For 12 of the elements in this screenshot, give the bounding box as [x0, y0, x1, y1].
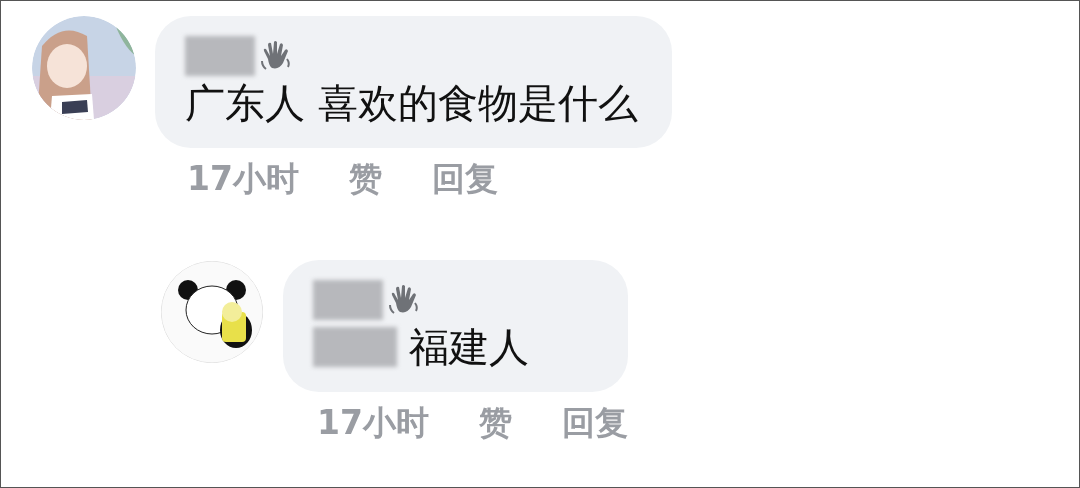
comment-text: 广东人 喜欢的食物是什么 [185, 79, 638, 128]
reply-link[interactable]: 回复 [561, 397, 628, 447]
comment-text: 福建人 [409, 322, 529, 372]
time-link[interactable]: 17小时 [317, 397, 429, 447]
time-link[interactable]: 17小时 [187, 154, 299, 204]
waving-hand-icon [387, 282, 421, 317]
like-link[interactable]: 赞 [478, 397, 512, 447]
reply-link[interactable]: 回复 [431, 154, 498, 204]
redacted-name [313, 279, 383, 320]
waving-hand-icon [259, 39, 293, 73]
like-link[interactable]: 赞 [348, 154, 382, 204]
redacted-name [185, 36, 255, 76]
